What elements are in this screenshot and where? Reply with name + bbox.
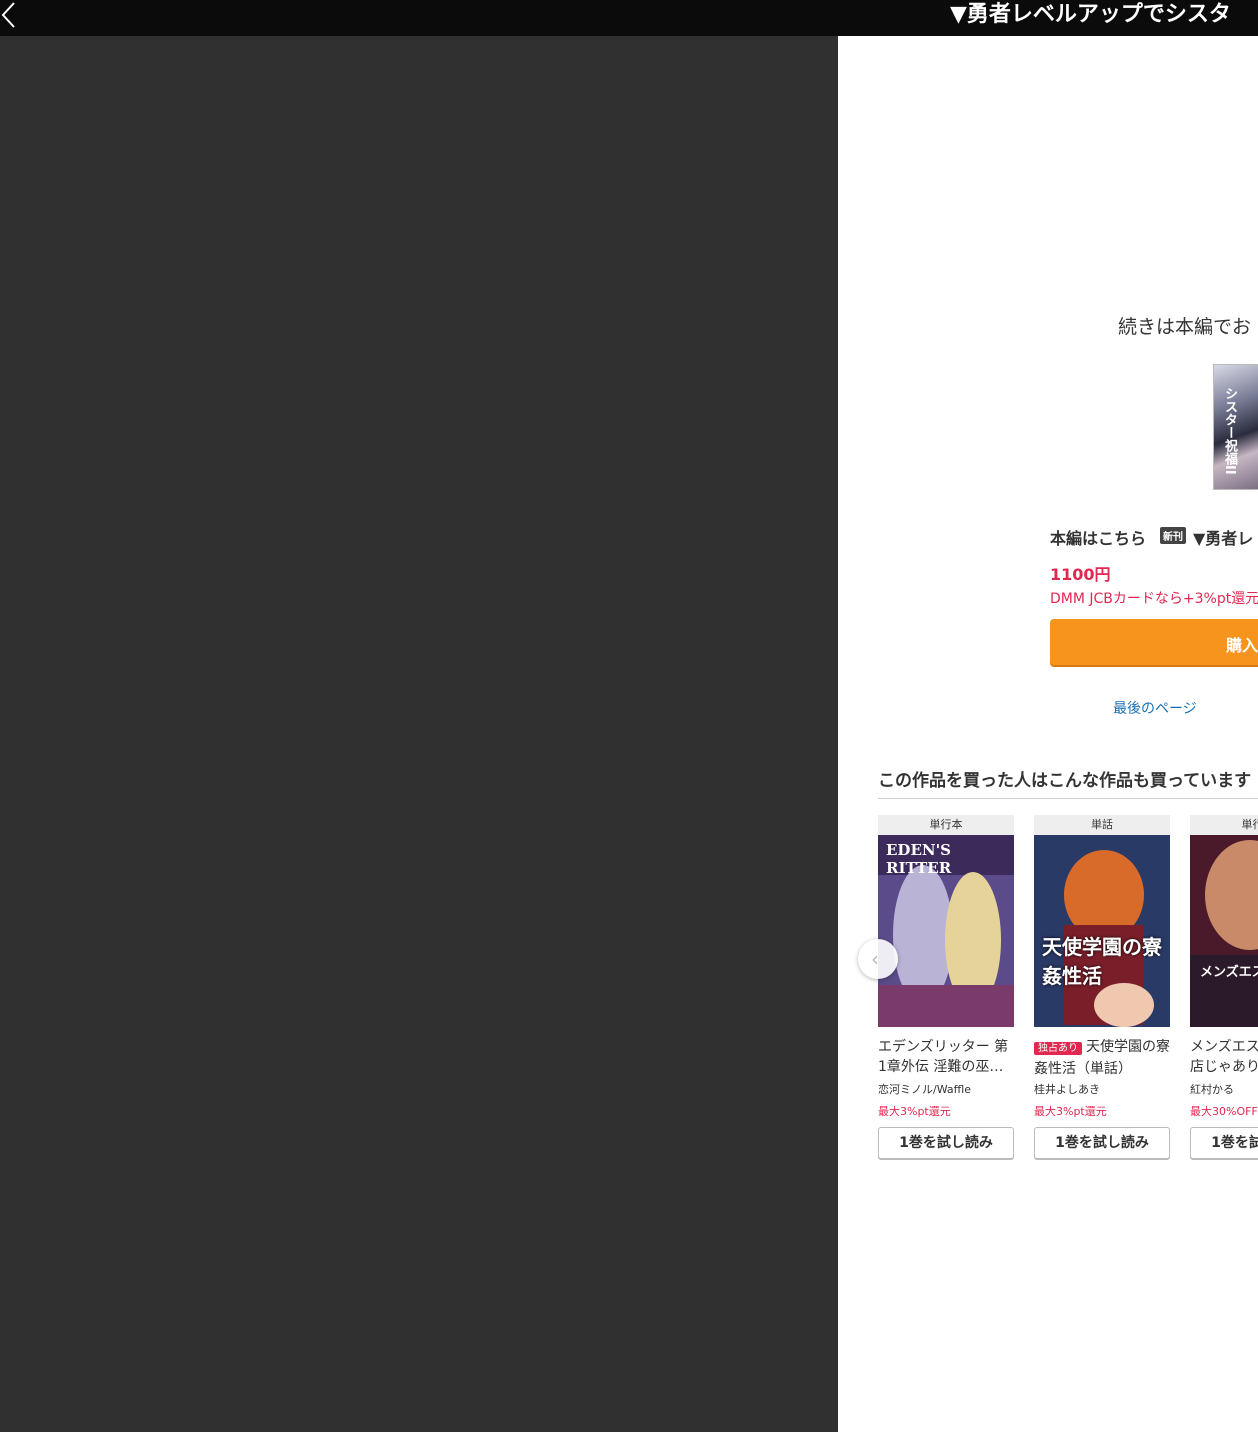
- book-cover-image[interactable]: シスター祝福II: [1213, 364, 1258, 490]
- recommend-item[interactable]: 単話 天使学園の寮姦性活 独占あり 天使学園の寮姦性活（単話） 桂井よしあき 最大…: [1034, 815, 1170, 1159]
- buy-button-label: 購入: [1226, 636, 1258, 655]
- cover-logo-text: メンズエステ: [1200, 965, 1258, 980]
- new-release-badge: 新刊: [1160, 527, 1186, 544]
- recommend-item[interactable]: 単行本 EDEN'S RITTER エデンズリッター 第1章外伝 淫難の巫… 恋…: [878, 815, 1014, 1159]
- section-divider: [878, 798, 1258, 799]
- chevron-left-icon: ‹: [871, 947, 879, 971]
- campaign-text: DMM JCBカードなら+3%pt還元: [1050, 591, 1258, 607]
- top-bar: ▼勇者レベルアップでシスタ: [0, 0, 1258, 36]
- cover-title-text: シスター祝福II: [1222, 387, 1237, 475]
- item-cover-image[interactable]: EDEN'S RITTER: [878, 835, 1014, 1027]
- item-author[interactable]: 桂井よしあき: [1034, 1081, 1170, 1097]
- item-point-info: 最大3%pt還元: [878, 1105, 951, 1118]
- price: 1100円: [1050, 565, 1111, 584]
- item-cover-image[interactable]: メンズエステ: [1190, 835, 1258, 1027]
- item-title[interactable]: メンズエステは風俗店じゃありません: [1190, 1037, 1258, 1077]
- item-type-label: 単行本: [878, 815, 1014, 835]
- item-title[interactable]: 独占あり 天使学園の寮姦性活（単話）: [1034, 1037, 1170, 1077]
- item-title[interactable]: エデンズリッター 第1章外伝 淫難の巫…: [878, 1037, 1014, 1077]
- trial-read-button[interactable]: 1巻を試し読み: [1190, 1127, 1258, 1159]
- carousel-prev-button[interactable]: ‹: [858, 939, 898, 979]
- main-volume-title[interactable]: ▼勇者レ: [1193, 525, 1253, 549]
- main-volume-label: 本編はこちら: [1050, 529, 1147, 548]
- end-panel: 続きは本編でお シスター祝福II 本編はこちら 新刊 ▼勇者レ 1100円 DM…: [838, 36, 1258, 1432]
- exclusive-badge: 独占あり: [1034, 1042, 1082, 1055]
- cover-logo-text: EDEN'S RITTER: [886, 841, 952, 877]
- page-title: ▼勇者レベルアップでシスタ: [950, 2, 1231, 27]
- back-button[interactable]: [0, 0, 24, 30]
- buy-button[interactable]: 購入: [1050, 619, 1258, 665]
- trial-read-button[interactable]: 1巻を試し読み: [1034, 1127, 1170, 1159]
- recommend-item[interactable]: 単行本 メンズエステ メンズエステは風俗店じゃありません 紅村かる 最大30%O…: [1190, 815, 1258, 1159]
- item-point-info: 最大3%pt還元: [1034, 1105, 1107, 1118]
- item-author[interactable]: 紅村かる: [1190, 1081, 1258, 1097]
- item-cover-image[interactable]: 天使学園の寮姦性活: [1034, 835, 1170, 1027]
- continue-text: 続きは本編でお: [1118, 316, 1252, 338]
- trial-read-button[interactable]: 1巻を試し読み: [878, 1127, 1014, 1159]
- item-type-label: 単話: [1034, 815, 1170, 835]
- item-point-info: 最大30%OFF: [1190, 1105, 1258, 1118]
- cover-logo-text: 天使学園の寮姦性活: [1042, 935, 1162, 988]
- chevron-left-icon: [1, 2, 15, 28]
- item-type-label: 単行本: [1190, 815, 1258, 835]
- last-page-link[interactable]: 最後のページ: [1113, 698, 1197, 718]
- recommend-section-title: この作品を買った人はこんな作品も買っています: [878, 771, 1252, 791]
- item-author[interactable]: 恋河ミノル/Waffle: [878, 1081, 1014, 1097]
